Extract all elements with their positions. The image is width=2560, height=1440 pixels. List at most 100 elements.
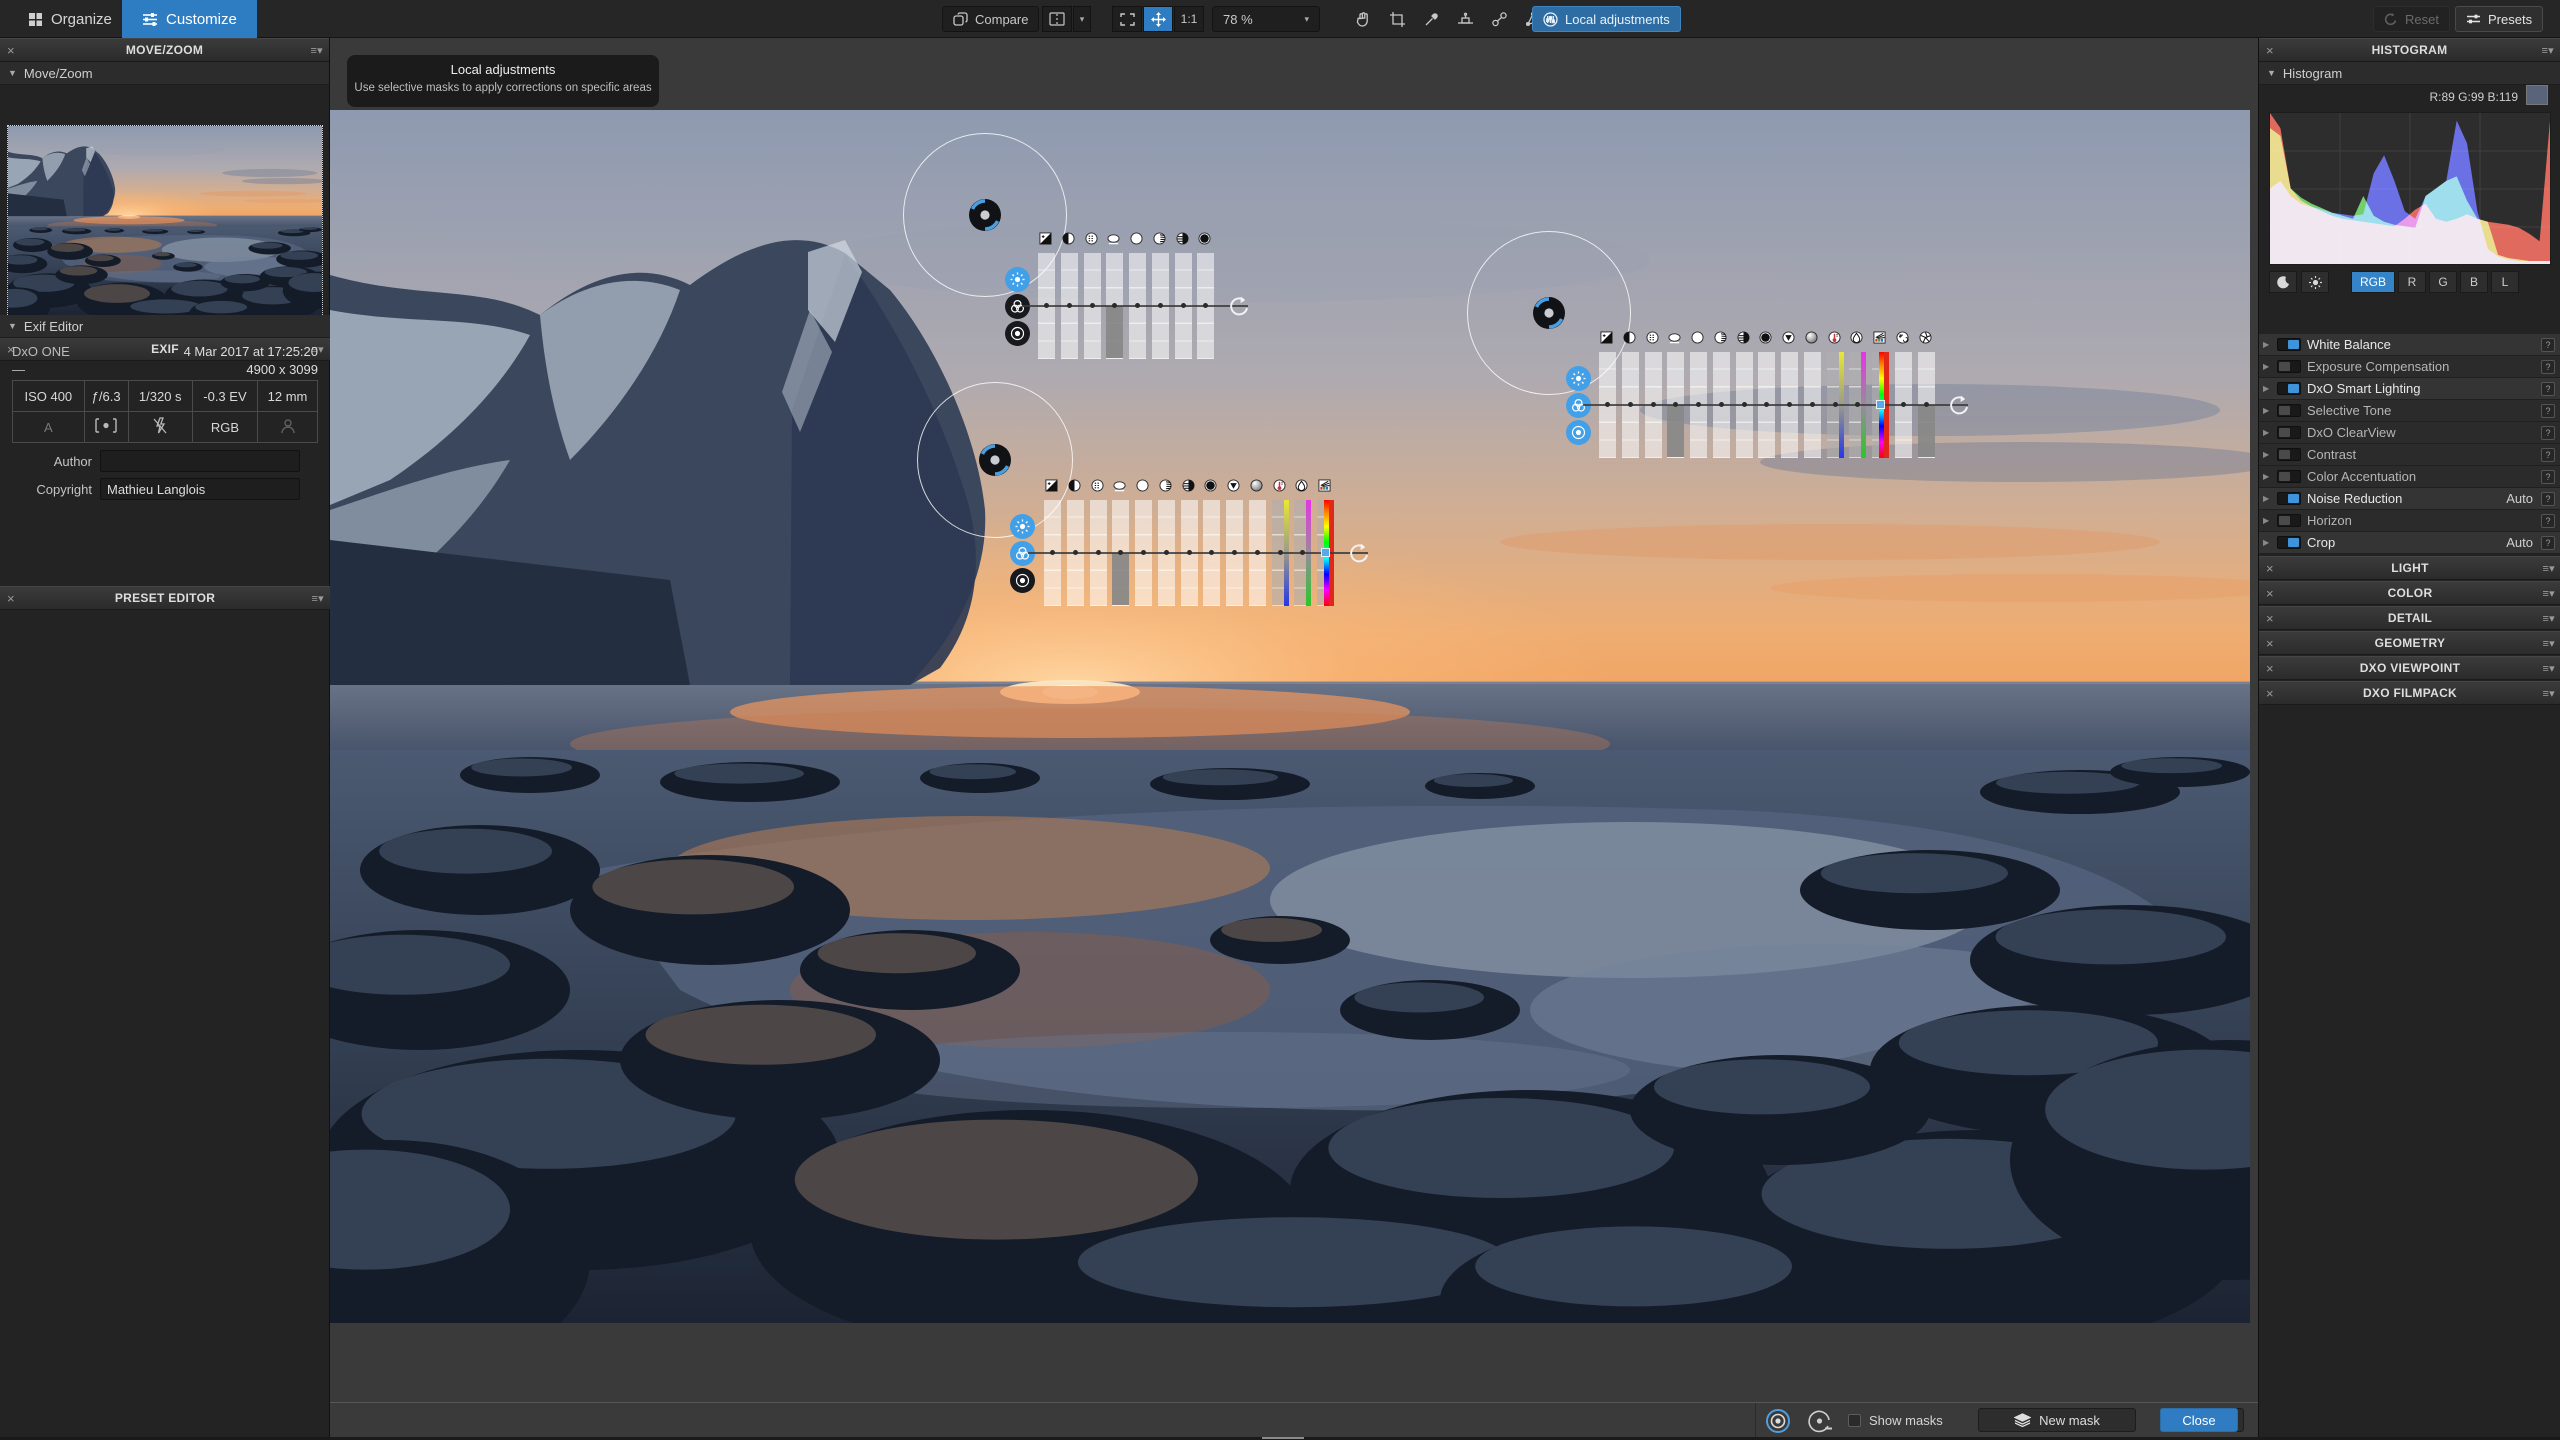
compare-button[interactable]: Compare	[942, 6, 1039, 32]
picker-tool[interactable]	[1416, 6, 1446, 32]
mask-category-light-button[interactable]	[1010, 514, 1035, 539]
help-icon[interactable]: ?	[2541, 426, 2555, 440]
mask-control-point[interactable]	[976, 441, 1014, 482]
eq-slider-dot[interactable]	[1096, 550, 1101, 555]
panel-menu-icon[interactable]: ≡▾	[2542, 587, 2555, 600]
tool-row-exposure-compensation[interactable]: ▶ Exposure Compensation ?	[2259, 356, 2560, 378]
mask-category-light-button[interactable]	[1005, 267, 1030, 292]
expand-icon[interactable]: ▶	[2263, 516, 2271, 525]
help-icon[interactable]: ?	[2541, 382, 2555, 396]
show-masks-checkbox[interactable]	[1848, 1414, 1861, 1427]
eq-hue-handle[interactable]	[1321, 548, 1330, 557]
eq-slider-dot[interactable]	[1073, 550, 1078, 555]
eq-slider-dot[interactable]	[1924, 402, 1929, 407]
eq-slider-dot[interactable]	[1719, 402, 1724, 407]
tool-row-noise-reduction[interactable]: ▶ Noise Reduction Auto ?	[2259, 488, 2560, 510]
mask-control-point[interactable]	[966, 196, 1004, 237]
expand-icon[interactable]: ▶	[2263, 362, 2271, 371]
fit-screen-button[interactable]	[1112, 6, 1142, 32]
help-icon[interactable]: ?	[2541, 492, 2555, 506]
navigator-thumbnail[interactable]	[8, 126, 322, 316]
panel-menu-icon[interactable]: ≡▾	[2542, 637, 2555, 650]
eq-slider-dot[interactable]	[1833, 402, 1838, 407]
eq-slider-dot[interactable]	[1787, 402, 1792, 407]
eq-slider-dot[interactable]	[1164, 550, 1169, 555]
panel-menu-icon[interactable]: ≡▾	[311, 592, 324, 605]
close-icon[interactable]: ×	[2266, 561, 2274, 576]
help-icon[interactable]: ?	[2541, 360, 2555, 374]
expand-icon[interactable]: ▶	[2263, 494, 2271, 503]
eq-slider-dot[interactable]	[1901, 402, 1906, 407]
channel-button-g[interactable]: G	[2429, 271, 2457, 293]
horizon-tool[interactable]	[1450, 6, 1480, 32]
enable-toggle[interactable]	[2277, 492, 2301, 505]
author-field[interactable]	[100, 450, 300, 472]
scroll-notch[interactable]	[1262, 1437, 1304, 1439]
tool-row-selective-tone[interactable]: ▶ Selective Tone ?	[2259, 400, 2560, 422]
eq-slider-dot[interactable]	[1067, 303, 1072, 308]
section-header-light[interactable]: ×LIGHT≡▾	[2259, 556, 2560, 580]
help-icon[interactable]: ?	[2541, 338, 2555, 352]
eq-slider-dot[interactable]	[1742, 402, 1747, 407]
mask-category-detail-button[interactable]	[1010, 568, 1035, 593]
eq-slider-dot[interactable]	[1628, 402, 1633, 407]
tool-row-color-accentuation[interactable]: ▶ Color Accentuation ?	[2259, 466, 2560, 488]
help-icon[interactable]: ?	[2541, 404, 2555, 418]
enable-toggle[interactable]	[2277, 470, 2301, 483]
tool-row-dxo-clearview[interactable]: ▶ DxO ClearView ?	[2259, 422, 2560, 444]
local-adjustments-button[interactable]: Local adjustments	[1532, 6, 1681, 32]
highlight-clipping-button[interactable]	[2301, 271, 2329, 293]
tool-row-horizon[interactable]: ▶ Horizon ?	[2259, 510, 2560, 532]
mask-category-color-button[interactable]	[1010, 541, 1035, 566]
eq-slider-dot[interactable]	[1141, 550, 1146, 555]
channel-button-l[interactable]: L	[2491, 271, 2519, 293]
eq-slider-dot[interactable]	[1696, 402, 1701, 407]
new-mask-button[interactable]: New mask	[1978, 1408, 2136, 1432]
enable-toggle[interactable]	[2277, 426, 2301, 439]
section-header-dxo-viewpoint[interactable]: ×DXO VIEWPOINT≡▾	[2259, 656, 2560, 680]
presets-button[interactable]: Presets	[2455, 6, 2543, 32]
tool-row-crop[interactable]: ▶ Crop Auto ?	[2259, 532, 2560, 554]
expand-icon[interactable]: ▶	[2263, 428, 2271, 437]
close-icon[interactable]: ×	[7, 591, 15, 606]
mask-category-light-button[interactable]	[1566, 366, 1591, 391]
mask-category-color-button[interactable]	[1566, 393, 1591, 418]
tool-row-white-balance[interactable]: ▶ White Balance ?	[2259, 334, 2560, 356]
eq-slider-dot[interactable]	[1090, 303, 1095, 308]
mask-control-point[interactable]	[1530, 294, 1568, 335]
copyright-field[interactable]	[100, 478, 300, 500]
close-icon[interactable]: ×	[2266, 686, 2274, 701]
eq-slider-dot[interactable]	[1158, 303, 1163, 308]
move-tool-button[interactable]	[1143, 6, 1173, 32]
enable-toggle[interactable]	[2277, 536, 2301, 549]
control-point-eraser-tool[interactable]	[1807, 1408, 1833, 1437]
expand-icon[interactable]: ▶	[2263, 538, 2271, 547]
shadow-clipping-button[interactable]	[2269, 271, 2297, 293]
control-points-tool[interactable]	[1484, 6, 1514, 32]
section-header-detail[interactable]: ×DETAIL≡▾	[2259, 606, 2560, 630]
mask-category-color-button[interactable]	[1005, 294, 1030, 319]
expand-icon[interactable]: ▶	[2263, 450, 2271, 459]
eq-slider-dot[interactable]	[1232, 550, 1237, 555]
enable-toggle[interactable]	[2277, 338, 2301, 351]
help-icon[interactable]: ?	[2541, 514, 2555, 528]
mask-category-detail-button[interactable]	[1566, 420, 1591, 445]
expand-icon[interactable]: ▶	[2263, 340, 2271, 349]
enable-toggle[interactable]	[2277, 514, 2301, 527]
split-view-caret[interactable]: ▾	[1073, 6, 1091, 32]
eq-slider-dot[interactable]	[1278, 550, 1283, 555]
panel-menu-icon[interactable]: ≡▾	[2542, 612, 2555, 625]
tool-row-contrast[interactable]: ▶ Contrast ?	[2259, 444, 2560, 466]
eq-slider-dot[interactable]	[1255, 550, 1260, 555]
help-icon[interactable]: ?	[2541, 470, 2555, 484]
photo[interactable]	[330, 110, 2250, 1323]
eq-slider-dot[interactable]	[1181, 303, 1186, 308]
histogram-section-row[interactable]: ▼ Histogram	[2259, 62, 2560, 85]
section-header-geometry[interactable]: ×GEOMETRY≡▾	[2259, 631, 2560, 655]
channel-button-b[interactable]: B	[2460, 271, 2488, 293]
tab-customize[interactable]: Customize	[122, 0, 257, 38]
enable-toggle[interactable]	[2277, 404, 2301, 417]
close-icon[interactable]: ×	[2266, 661, 2274, 676]
eq-slider-dot[interactable]	[1135, 303, 1140, 308]
close-icon[interactable]: ×	[2266, 43, 2274, 58]
